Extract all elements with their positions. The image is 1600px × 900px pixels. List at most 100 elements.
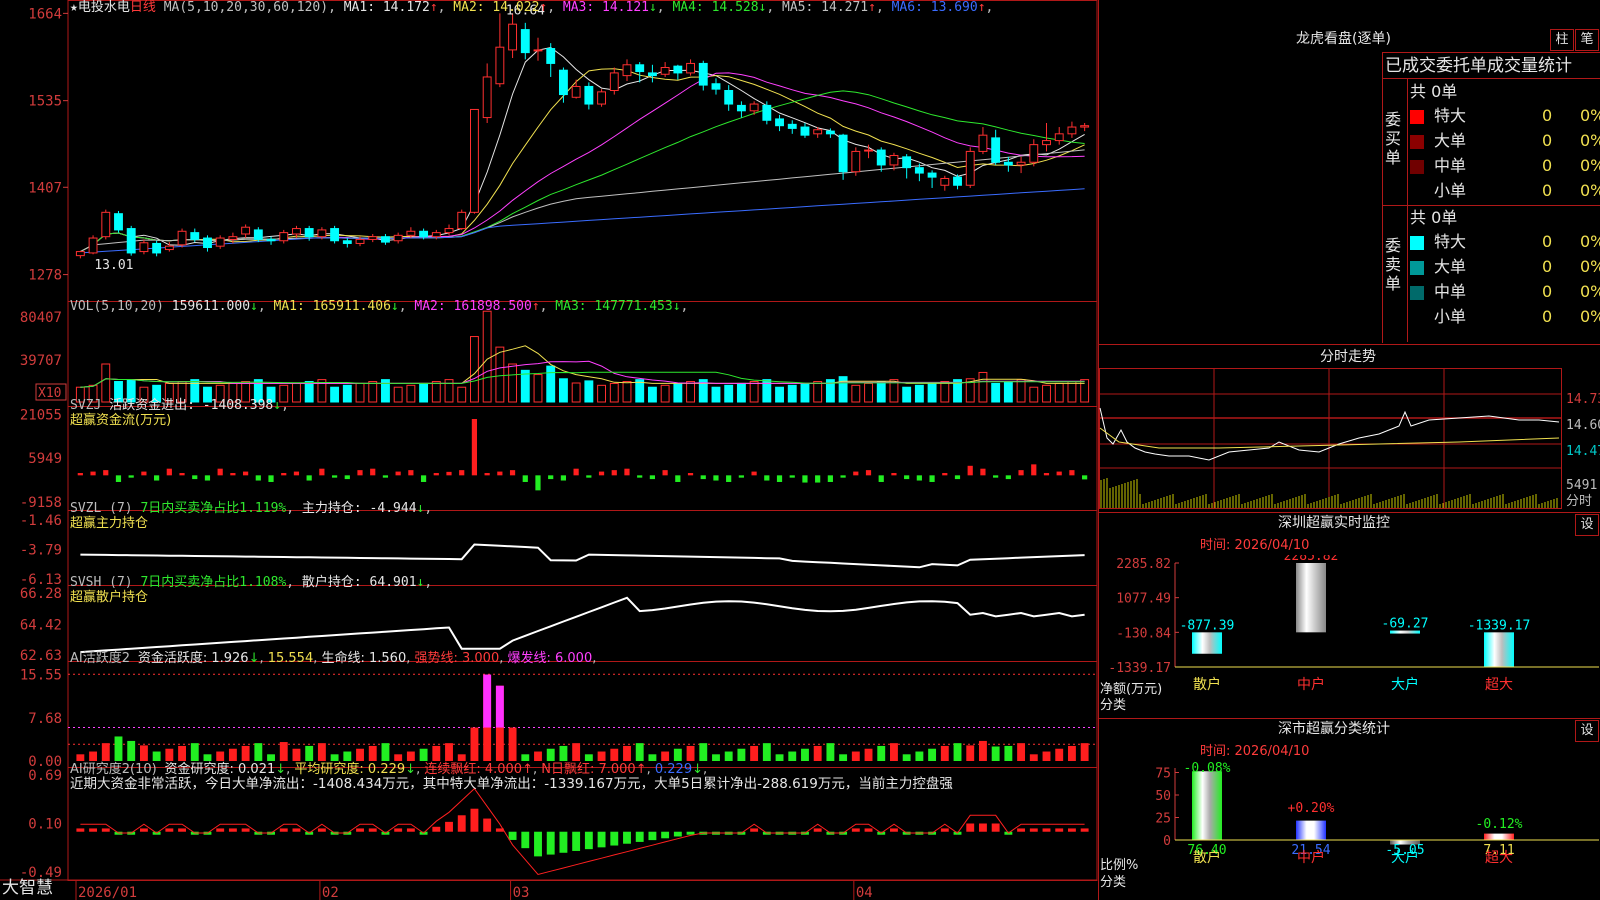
vol-bar — [749, 381, 759, 403]
category-bar — [1192, 632, 1222, 654]
ai-research-bar — [216, 828, 225, 832]
vol-bar — [342, 384, 352, 403]
svzj-bar — [891, 473, 897, 476]
category-bar — [1296, 563, 1326, 633]
y-tick: 1664 — [28, 6, 62, 22]
candle-body — [749, 103, 759, 112]
svzj-bar — [624, 468, 630, 476]
ai-research-bar — [394, 828, 403, 832]
vol-bar — [927, 382, 937, 403]
vol-bar — [571, 382, 581, 403]
candle-body — [241, 226, 251, 235]
stats-settings-button[interactable]: 设 — [1575, 720, 1599, 742]
svzj-bar — [509, 470, 516, 476]
svzj-bar — [408, 470, 414, 476]
vol-bar — [1029, 386, 1039, 403]
legend-item: 强势线: 3.000 — [414, 651, 500, 666]
candle-body — [876, 149, 886, 166]
vol-bar — [635, 379, 645, 403]
candle-body — [203, 237, 212, 249]
ai-active-bar — [890, 743, 898, 761]
candle-body — [597, 91, 607, 105]
ai-active-bar — [597, 751, 606, 761]
ai-active-bar — [445, 743, 453, 761]
ai-active-bar — [610, 748, 619, 761]
row-color-swatch — [1410, 286, 1424, 300]
svzj-bar — [192, 475, 198, 480]
candle-body — [1029, 144, 1039, 163]
star-icon: ★ — [70, 0, 78, 15]
y-tick: 1278 — [28, 268, 62, 284]
ai-research-bar — [139, 828, 148, 832]
svzj-bar — [916, 475, 922, 481]
svzj-bar — [586, 475, 592, 478]
ai-research-bar — [597, 831, 606, 848]
svzj-bar — [497, 471, 503, 476]
ai-research-bar — [445, 821, 453, 832]
ai-research-bar — [1029, 828, 1038, 832]
ai-active-bar — [839, 754, 848, 761]
vol-bar — [597, 384, 607, 403]
ai-active-bar — [1017, 743, 1026, 761]
svzj-bar — [700, 475, 706, 480]
tab-tick-button[interactable]: 笔 — [1575, 29, 1599, 51]
intraday-label-1: 14.73 — [1566, 392, 1600, 407]
ai-active-bar — [114, 736, 123, 761]
row-count: 0 — [1542, 307, 1553, 326]
ai-active-bar — [317, 743, 326, 761]
svzj-bar — [611, 470, 617, 476]
vol-bar — [558, 378, 568, 403]
legend-arrow: ↓ — [273, 398, 282, 413]
stats-ylabel: 比例% — [1100, 858, 1139, 873]
svzj-bar — [776, 475, 783, 482]
svzj-bar — [980, 468, 986, 476]
vol-bar — [660, 384, 670, 403]
ai-research-bar — [623, 831, 631, 844]
row-name: 中单 — [1434, 282, 1467, 301]
svzj-bar — [306, 475, 312, 481]
vol-bar — [101, 363, 111, 403]
vol-bar — [851, 384, 861, 403]
svzj-bar — [535, 475, 541, 491]
ai-research-y-tick: 0.69 — [28, 768, 62, 784]
ai-active-bar — [979, 740, 987, 761]
period-label[interactable]: 日线 — [130, 0, 156, 15]
row-pct: 0% — [1580, 307, 1600, 326]
y-tick: -130.84 — [1116, 626, 1171, 641]
low-annotation: 13.01 — [94, 258, 133, 273]
legend-item: 平均研究度: 0.229 — [294, 762, 406, 777]
vol-bar — [686, 381, 695, 403]
monitor-settings-button[interactable]: 设 — [1575, 514, 1599, 536]
ai-active-bar — [1029, 754, 1038, 761]
candle-body — [1080, 125, 1090, 128]
vol-bar — [622, 381, 632, 403]
candle-body — [991, 137, 1001, 163]
ai-active-bar — [864, 748, 873, 761]
ai-active-bar — [877, 745, 886, 761]
vol-bar — [457, 386, 467, 403]
candle-body — [686, 62, 695, 74]
monitor-time: 时间: 2026/04/10 — [1200, 538, 1310, 553]
svzj-bar — [1082, 475, 1088, 480]
ai-active-burst-bar — [483, 674, 492, 728]
candle-body — [292, 228, 301, 235]
row-color-swatch — [1410, 160, 1424, 174]
svzj-legend: SVZJ 活跃资金进出: -1408.398↓, — [70, 398, 289, 413]
svzj-bar — [1005, 475, 1011, 480]
row-pct: 0% — [1580, 257, 1600, 276]
tab-bar-button[interactable]: 柱 — [1550, 29, 1574, 51]
legend-arrow: ↓ — [250, 299, 258, 314]
row-name: 小单 — [1434, 181, 1467, 200]
intraday-chart[interactable] — [1099, 368, 1600, 510]
row-pct: 0% — [1580, 131, 1600, 150]
vol-legend: VOL(5,10,20) 159611.000↓, MA1: 165911.40… — [70, 299, 689, 314]
candle-body — [609, 72, 619, 92]
candle-body — [660, 66, 670, 75]
ai-active-bar — [940, 745, 949, 761]
ai-active-bar — [457, 754, 466, 761]
candle-body — [902, 156, 912, 169]
sell-order-label: 委卖单 — [1385, 236, 1402, 293]
candle-body — [546, 48, 556, 64]
candle-body — [635, 64, 645, 73]
vol-bar — [876, 381, 886, 403]
